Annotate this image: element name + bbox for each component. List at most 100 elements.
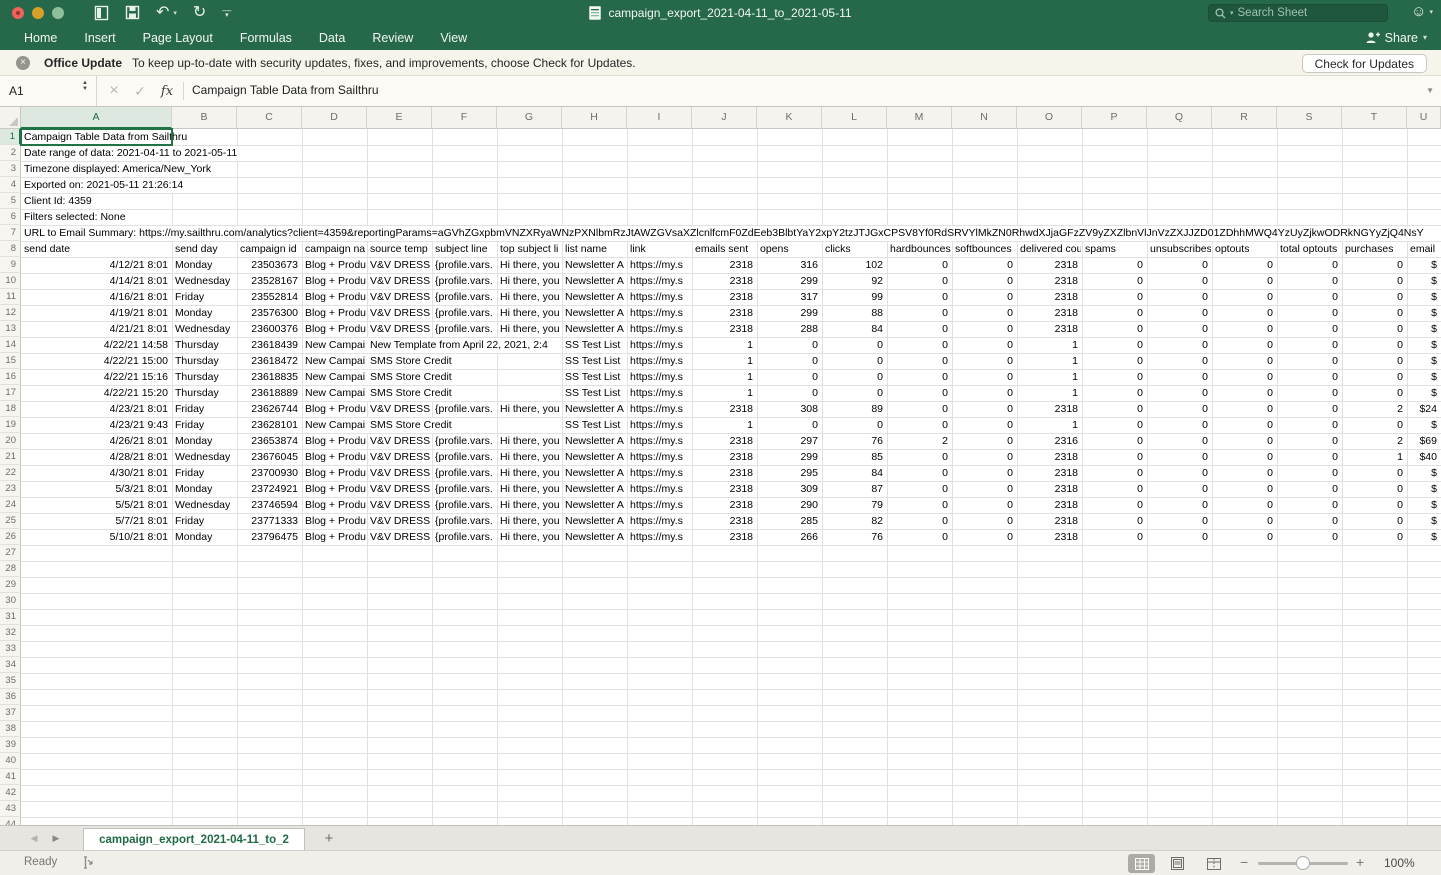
cell-O23[interactable]: 2318: [1017, 482, 1081, 497]
row-header-19[interactable]: 19: [0, 417, 21, 433]
cell-L8[interactable]: clicks: [822, 242, 886, 257]
sheet-tab-active[interactable]: campaign_export_2021-04-11_to_2: [83, 828, 305, 851]
cell-J15[interactable]: 1: [692, 354, 756, 369]
cell-D14[interactable]: New Campai: [302, 338, 366, 353]
cell-S20[interactable]: 0: [1277, 434, 1341, 449]
cell-C20[interactable]: 23653874: [237, 434, 301, 449]
cell-T10[interactable]: 0: [1342, 274, 1406, 289]
cell-S8[interactable]: total optouts: [1277, 242, 1341, 257]
cell-I21[interactable]: https://my.s: [627, 450, 691, 465]
cell-U26[interactable]: $: [1407, 530, 1440, 545]
cell-K20[interactable]: 297: [757, 434, 821, 449]
cell-P16[interactable]: 0: [1082, 370, 1146, 385]
cell-I15[interactable]: https://my.s: [627, 354, 691, 369]
cell-A11[interactable]: 4/16/21 8:01: [21, 290, 171, 305]
cell-L22[interactable]: 84: [822, 466, 886, 481]
cell-F12[interactable]: {profile.vars.: [432, 306, 496, 321]
cell-D25[interactable]: Blog + Produ: [302, 514, 366, 529]
cell-G20[interactable]: Hi there, you: [497, 434, 561, 449]
cell-D22[interactable]: Blog + Produ: [302, 466, 366, 481]
cell-J8[interactable]: emails sent: [692, 242, 756, 257]
cell-A20[interactable]: 4/26/21 8:01: [21, 434, 171, 449]
row-header-13[interactable]: 13: [0, 321, 21, 337]
cell-E21[interactable]: V&V DRESSE: [367, 450, 431, 465]
cell-M13[interactable]: 0: [887, 322, 951, 337]
cell-H20[interactable]: Newsletter A: [562, 434, 626, 449]
cell-M11[interactable]: 0: [887, 290, 951, 305]
cell-J24[interactable]: 2318: [692, 498, 756, 513]
cell-O25[interactable]: 2318: [1017, 514, 1081, 529]
cell-D10[interactable]: Blog + Produ: [302, 274, 366, 289]
cell-L9[interactable]: 102: [822, 258, 886, 273]
cell-O17[interactable]: 1: [1017, 386, 1081, 401]
cell-O9[interactable]: 2318: [1017, 258, 1081, 273]
cell-C24[interactable]: 23746594: [237, 498, 301, 513]
column-header-Q[interactable]: Q: [1147, 107, 1212, 129]
row-header-42[interactable]: 42: [0, 785, 21, 801]
cell-K24[interactable]: 290: [757, 498, 821, 513]
cell-F13[interactable]: {profile.vars.: [432, 322, 496, 337]
row-header-7[interactable]: 7: [0, 225, 21, 241]
cell-T20[interactable]: 2: [1342, 434, 1406, 449]
cell-U12[interactable]: $: [1407, 306, 1440, 321]
cell-U8[interactable]: email: [1407, 242, 1440, 257]
cell-I10[interactable]: https://my.s: [627, 274, 691, 289]
cell-I17[interactable]: https://my.s: [627, 386, 691, 401]
cell-M8[interactable]: hardbounces: [887, 242, 951, 257]
cell-B17[interactable]: Thursday: [172, 386, 236, 401]
cell-B24[interactable]: Wednesday: [172, 498, 236, 513]
cell-L14[interactable]: 0: [822, 338, 886, 353]
cell-K19[interactable]: 0: [757, 418, 821, 433]
row-header-11[interactable]: 11: [0, 289, 21, 305]
cell-N23[interactable]: 0: [952, 482, 1016, 497]
column-header-F[interactable]: F: [432, 107, 497, 129]
cell-C15[interactable]: 23618472: [237, 354, 301, 369]
cell-M24[interactable]: 0: [887, 498, 951, 513]
cell-T16[interactable]: 0: [1342, 370, 1406, 385]
cell-C14[interactable]: 23618439: [237, 338, 301, 353]
cell-M25[interactable]: 0: [887, 514, 951, 529]
cell-D26[interactable]: Blog + Produ: [302, 530, 366, 545]
search-scope-caret-icon[interactable]: ▾: [1230, 9, 1234, 17]
cell-R17[interactable]: 0: [1212, 386, 1276, 401]
cell-J17[interactable]: 1: [692, 386, 756, 401]
cell-N8[interactable]: softbounces: [952, 242, 1016, 257]
select-all-corner[interactable]: [0, 107, 21, 129]
cell-M21[interactable]: 0: [887, 450, 951, 465]
cell-A5[interactable]: Client Id: 4359: [21, 194, 95, 209]
row-header-22[interactable]: 22: [0, 465, 21, 481]
cell-L17[interactable]: 0: [822, 386, 886, 401]
cell-Q8[interactable]: unsubscribes: [1147, 242, 1211, 257]
cell-M9[interactable]: 0: [887, 258, 951, 273]
cell-C23[interactable]: 23724921: [237, 482, 301, 497]
cell-P21[interactable]: 0: [1082, 450, 1146, 465]
name-box[interactable]: A1 ▲▼: [0, 76, 97, 106]
cell-F25[interactable]: {profile.vars.: [432, 514, 496, 529]
row-header-44[interactable]: 44: [0, 817, 21, 825]
cell-K16[interactable]: 0: [757, 370, 821, 385]
row-header-10[interactable]: 10: [0, 273, 21, 289]
cell-F20[interactable]: {profile.vars.: [432, 434, 496, 449]
cell-S18[interactable]: 0: [1277, 402, 1341, 417]
cell-D21[interactable]: Blog + Produ: [302, 450, 366, 465]
add-sheet-button[interactable]: +: [318, 826, 340, 851]
cell-K22[interactable]: 295: [757, 466, 821, 481]
cell-A19[interactable]: 4/23/21 9:43: [21, 418, 171, 433]
cell-B18[interactable]: Friday: [172, 402, 236, 417]
tab-formulas[interactable]: Formulas: [240, 31, 292, 45]
cell-S22[interactable]: 0: [1277, 466, 1341, 481]
cell-D17[interactable]: New Campai: [302, 386, 366, 401]
cell-G12[interactable]: Hi there, you: [497, 306, 561, 321]
column-header-B[interactable]: B: [172, 107, 237, 129]
cell-G24[interactable]: Hi there, you: [497, 498, 561, 513]
cell-F8[interactable]: subject line: [432, 242, 496, 257]
cell-G11[interactable]: Hi there, you: [497, 290, 561, 305]
cell-A7[interactable]: URL to Email Summary: https://my.sailthr…: [21, 226, 1427, 241]
cell-I24[interactable]: https://my.s: [627, 498, 691, 513]
cell-F10[interactable]: {profile.vars.: [432, 274, 496, 289]
cell-K17[interactable]: 0: [757, 386, 821, 401]
cell-E11[interactable]: V&V DRESSE: [367, 290, 431, 305]
cell-M14[interactable]: 0: [887, 338, 951, 353]
cell-H8[interactable]: list name: [562, 242, 626, 257]
cell-A12[interactable]: 4/19/21 8:01: [21, 306, 171, 321]
